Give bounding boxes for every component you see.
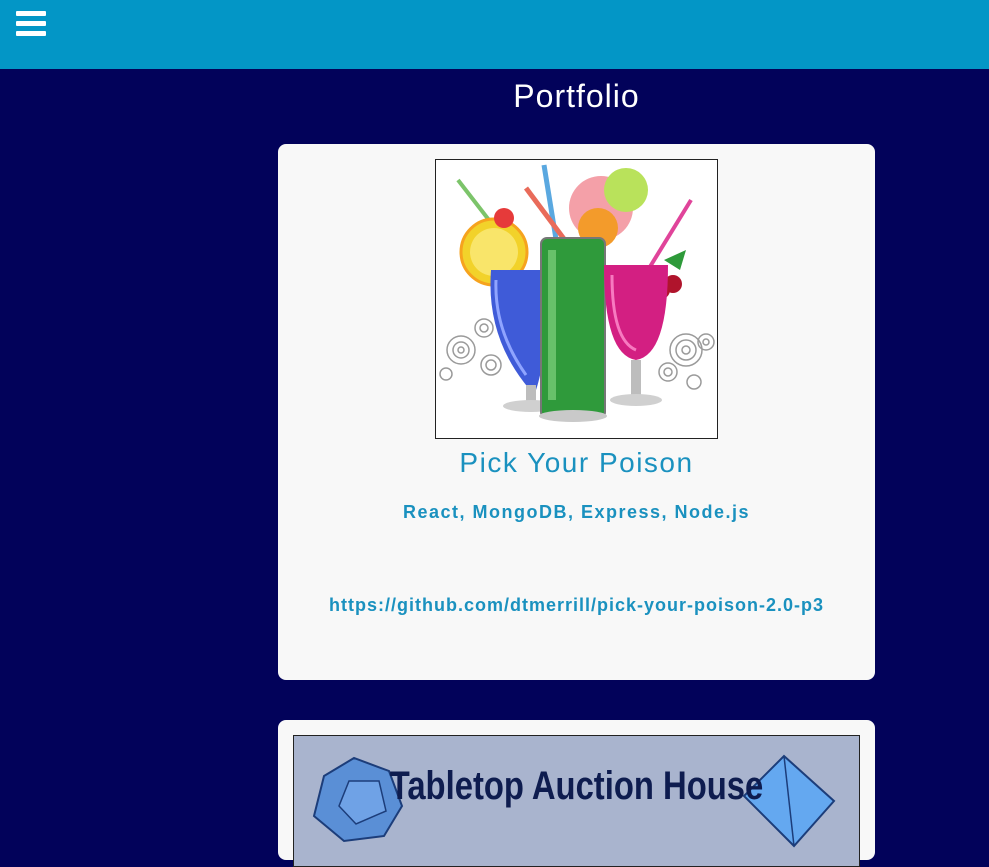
project-title: Pick Your Poison [459,447,694,478]
cocktail-drinks-illustration [439,164,715,422]
project-github-link[interactable]: https://github.com/dtmerrill/pick-your-p… [278,595,875,616]
project-image: Tabletop Auction House [293,735,860,867]
top-nav-bar [0,0,989,69]
project-card: Pick Your Poison React, MongoDB, Express… [278,144,875,680]
project-image [435,159,718,439]
project-card: Tabletop Auction House [278,720,875,867]
banner-image-text: Tabletop Auction House [389,764,764,808]
project-tech-stack: React, MongoDB, Express, Node.js [402,502,751,522]
page-title: Portfolio [513,78,640,114]
hamburger-menu-icon[interactable] [16,11,46,37]
